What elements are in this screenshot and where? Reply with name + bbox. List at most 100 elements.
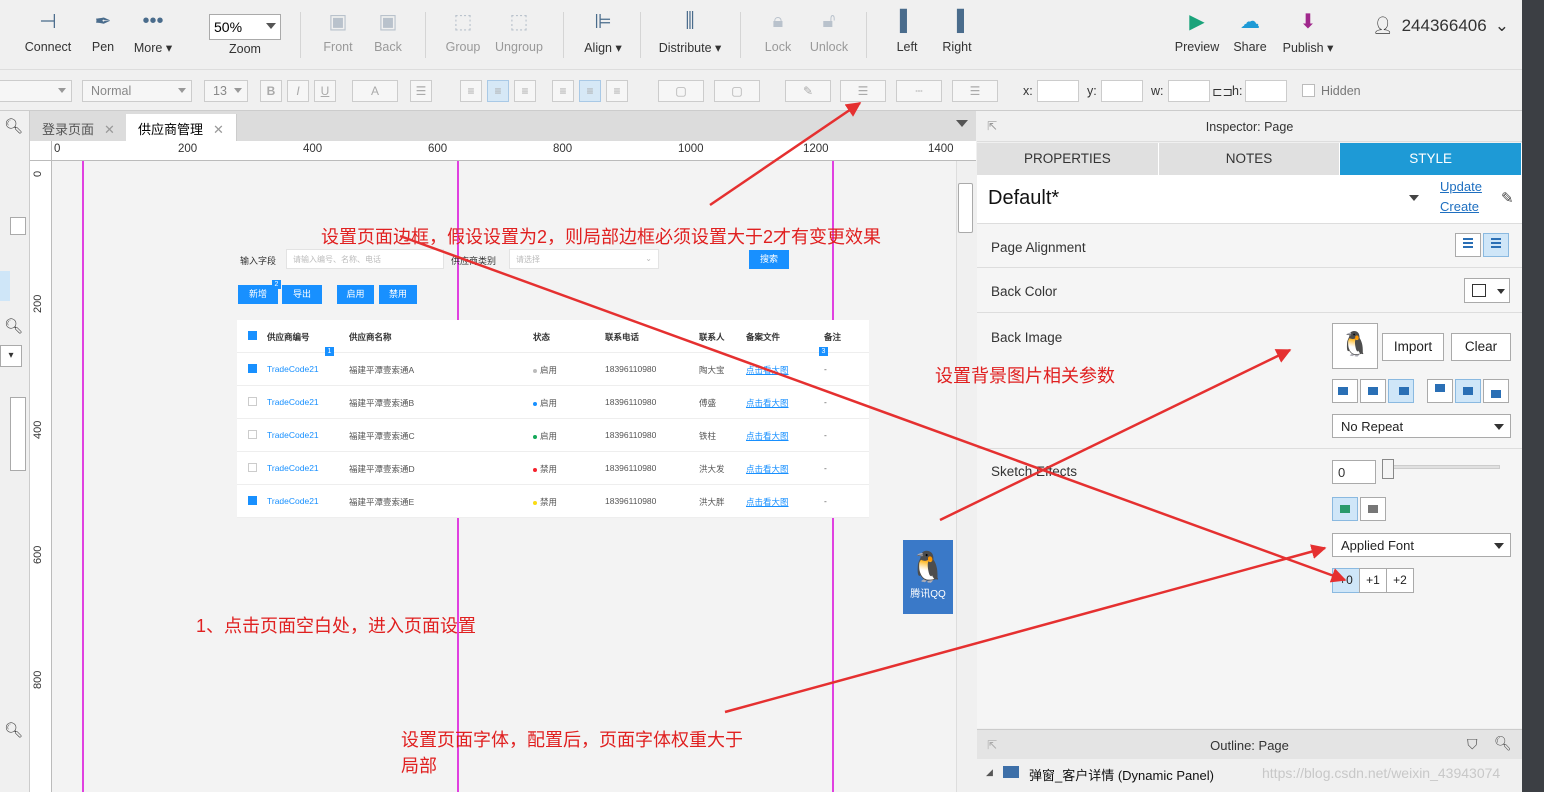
close-icon[interactable]: ✕	[104, 122, 115, 137]
hidden-checkbox[interactable]	[1302, 84, 1315, 97]
more-button[interactable]: ••• More ▾	[125, 8, 181, 56]
align-center-page-icon[interactable]	[1483, 233, 1509, 257]
lock-button[interactable]: 🔒︎ Lock	[750, 8, 806, 55]
table-row[interactable]: TradeCode21 福建平潭壹索通E 禁用 18396110980 洪大胖 点击看大图…	[237, 485, 869, 518]
table-row[interactable]: TradeCode21 福建平潭壹索通A 启用 18396110980 陶大宝 点击看大图…	[237, 353, 869, 386]
search-input[interactable]: 请输入编号、名称、电话	[286, 249, 444, 269]
category-select[interactable]: 请选择 ⌄	[509, 249, 659, 269]
publish-button[interactable]: ⬇ Publish ▾	[1280, 8, 1336, 56]
user-menu[interactable]: 👤︎ 244366406 ⌄	[1372, 16, 1509, 36]
canvas-scrollbar[interactable]	[956, 161, 976, 792]
cell-code[interactable]: TradeCode21	[267, 430, 319, 440]
row-checkbox[interactable]	[248, 364, 257, 373]
preview-button[interactable]: ▶ Preview	[1169, 8, 1225, 55]
left-panel-button[interactable]: ▌ Left	[879, 8, 935, 55]
table-row[interactable]: TradeCode21 福建平潭壹索通D 禁用 18396110980 洪大发 点击看大图…	[237, 452, 869, 485]
group-button[interactable]: ⬚ Group	[435, 8, 491, 55]
font-size-select[interactable]: 13	[204, 80, 248, 102]
ungroup-button[interactable]: ⬚ Ungroup	[491, 8, 547, 55]
cell-code[interactable]: TradeCode21	[267, 364, 319, 374]
row-checkbox[interactable]	[248, 496, 257, 505]
back-color-picker[interactable]	[1464, 278, 1510, 303]
share-button[interactable]: ☁ Share	[1222, 8, 1278, 55]
tab-properties[interactable]: PROPERTIES	[977, 143, 1159, 175]
tab-login-page[interactable]: 登录页面 ✕	[30, 114, 128, 141]
distribute-button[interactable]: ⫼ Distribute ▾	[659, 8, 722, 56]
pen-button[interactable]: ✒ Pen	[75, 8, 131, 55]
design-canvas[interactable]: 输入字段 请输入编号、名称、电话 供应商类别 请选择 ⌄ 搜索 新增 2 导出 启…	[52, 161, 956, 792]
sketch-grayscale-icon[interactable]	[1360, 497, 1386, 521]
font-size-plus2-button[interactable]: +2	[1386, 568, 1414, 593]
scroll-thumb[interactable]	[10, 217, 26, 235]
font-family-select[interactable]	[0, 80, 72, 102]
valign-middle-icon[interactable]: ≡	[579, 80, 601, 102]
enable-button[interactable]: 启用	[337, 285, 374, 304]
tabs-menu-icon[interactable]	[956, 120, 968, 127]
qq-image[interactable]: 🐧 腾讯QQ	[903, 540, 953, 614]
repeat-select[interactable]: No Repeat	[1332, 414, 1511, 438]
bold-button[interactable]: B	[260, 80, 282, 102]
unlock-button[interactable]: 🔓︎ Unlock	[801, 8, 857, 55]
search-button[interactable]: 搜索	[749, 250, 789, 269]
h-input[interactable]	[1245, 80, 1287, 102]
font-size-plus1-button[interactable]: +1	[1359, 568, 1387, 593]
select-all-checkbox[interactable]	[248, 331, 257, 340]
img-align-center-icon[interactable]	[1360, 379, 1386, 403]
cell-code[interactable]: TradeCode21	[267, 397, 319, 407]
line-color-icon[interactable]: ✎	[785, 80, 831, 102]
create-link[interactable]: Create	[1440, 199, 1479, 214]
table-row[interactable]: TradeCode21 福建平潭壹索通B 启用 18396110980 傅盛 点击看大图 -	[237, 386, 869, 419]
w-input[interactable]	[1168, 80, 1210, 102]
edit-style-icon[interactable]: ✎	[1501, 189, 1514, 207]
style-selector[interactable]: Default* Update Create ✎	[977, 175, 1522, 223]
img-align-right-icon[interactable]	[1388, 379, 1414, 403]
font-style-select[interactable]: Normal	[82, 80, 192, 102]
cell-file[interactable]: 点击看大图	[746, 463, 789, 475]
arrow-style-icon[interactable]: ☰	[952, 80, 998, 102]
search-icon[interactable]: 🔍︎	[4, 117, 23, 135]
guide-line[interactable]	[82, 161, 84, 792]
filter-icon[interactable]: ⛉	[1467, 736, 1478, 753]
line-style-icon[interactable]: ┄	[896, 80, 942, 102]
row-checkbox[interactable]	[248, 463, 257, 472]
right-panel-button[interactable]: ▐ Right	[929, 8, 985, 55]
cell-file[interactable]: 点击看大图	[746, 496, 789, 508]
font-size-plus0-button[interactable]: +0	[1332, 568, 1360, 593]
align-center-icon[interactable]: ≡	[487, 80, 509, 102]
row-checkbox[interactable]	[248, 430, 257, 439]
search-icon[interactable]: 🔍︎	[4, 317, 23, 335]
lock-ratio-icon[interactable]: ⊏⊐	[1212, 84, 1233, 99]
tab-style[interactable]: STYLE	[1340, 143, 1523, 175]
zoom-select[interactable]: 50%	[209, 14, 281, 40]
align-right-icon[interactable]: ≡	[514, 80, 536, 102]
tab-notes[interactable]: NOTES	[1158, 143, 1341, 175]
back-button[interactable]: ▣ Back	[360, 8, 416, 55]
sketch-color-icon[interactable]	[1332, 497, 1358, 521]
expand-icon[interactable]: ◢	[986, 767, 993, 778]
align-left-page-icon[interactable]	[1455, 233, 1481, 257]
valign-bottom-icon[interactable]: ≡	[606, 80, 628, 102]
italic-button[interactable]: I	[287, 80, 309, 102]
font-color-button[interactable]: A	[352, 80, 398, 102]
shadow-icon[interactable]: ▢	[714, 80, 760, 102]
front-button[interactable]: ▣ Front	[310, 8, 366, 55]
search-icon[interactable]: 🔍︎	[1494, 735, 1512, 752]
border-width-icon[interactable]: ☰	[840, 80, 886, 102]
align-button[interactable]: ⊫ Align ▾	[575, 8, 631, 56]
valign-top-icon[interactable]: ≡	[552, 80, 574, 102]
tab-supplier-management[interactable]: 供应商管理 ✕	[126, 114, 237, 141]
cell-file[interactable]: 点击看大图	[746, 397, 789, 409]
close-icon[interactable]: ✕	[213, 122, 224, 137]
img-align-bottom-icon[interactable]	[1483, 379, 1509, 403]
chevron-down-icon[interactable]: ▾	[0, 345, 22, 367]
fill-color-icon[interactable]: ▢	[658, 80, 704, 102]
connect-button[interactable]: ⊣ Connect	[20, 8, 76, 55]
clear-button[interactable]: Clear	[1451, 333, 1511, 361]
cell-code[interactable]: TradeCode21	[267, 463, 319, 473]
bullet-list-icon[interactable]: ☰	[410, 80, 432, 102]
slider-handle[interactable]	[1382, 459, 1394, 479]
row-checkbox[interactable]	[248, 397, 257, 406]
search-icon[interactable]: 🔍︎	[4, 721, 23, 739]
sketch-value-input[interactable]: 0	[1332, 460, 1376, 484]
disable-button[interactable]: 禁用	[379, 285, 417, 304]
